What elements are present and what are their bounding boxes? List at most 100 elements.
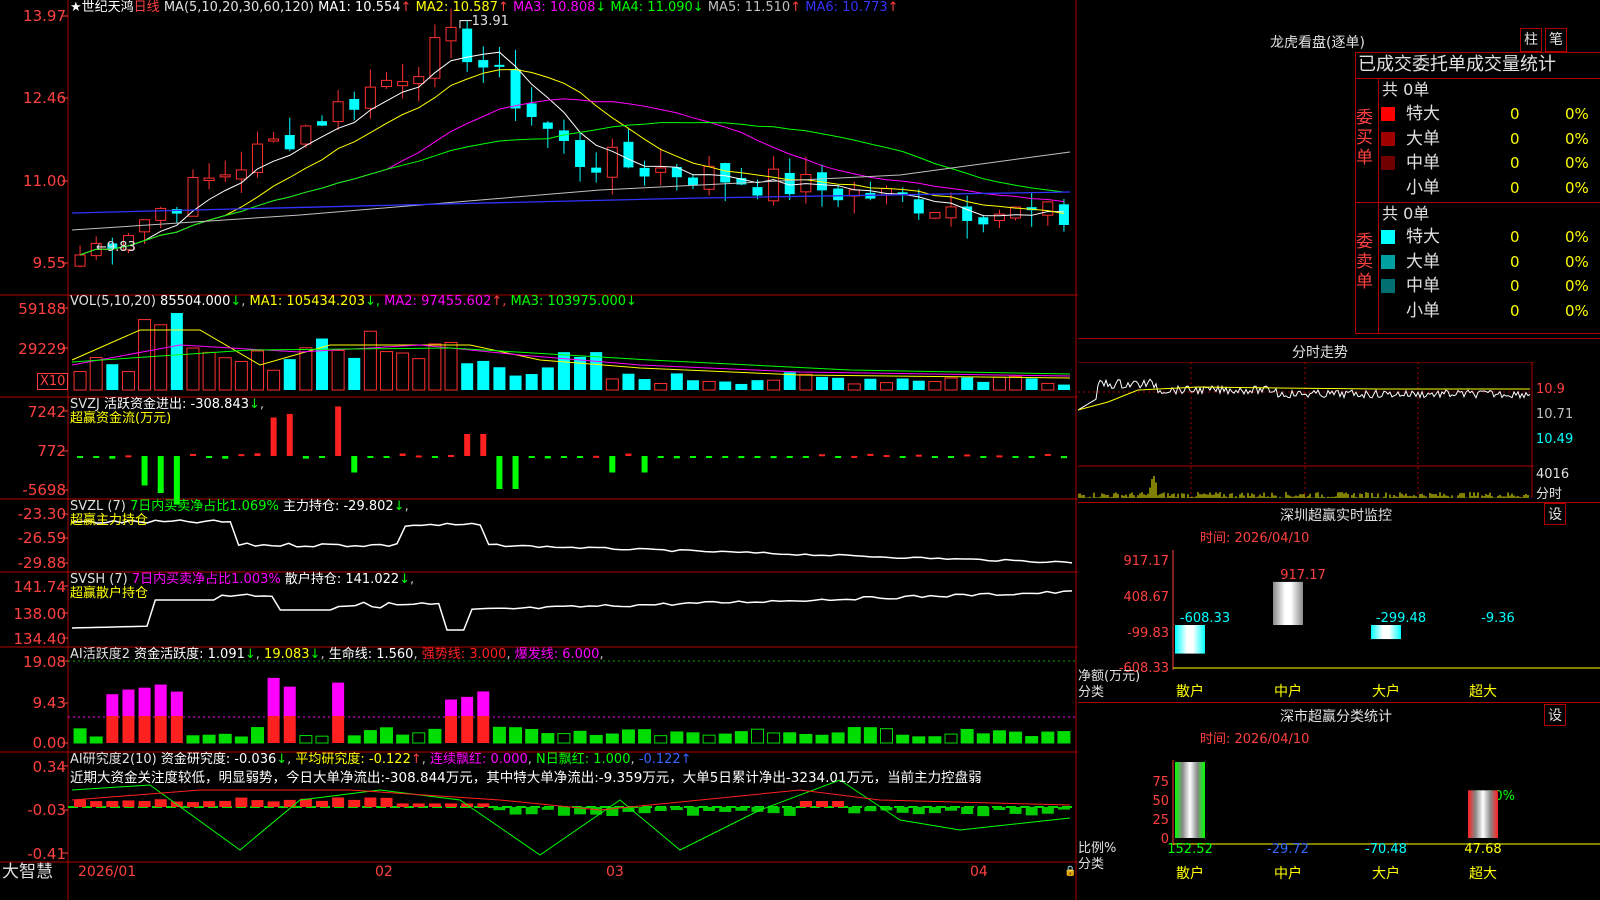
order-color-swatch [1381,131,1395,146]
ai2-bar [380,727,394,744]
svsh-line [71,590,1073,631]
vol-bar [686,380,699,390]
bar-value-label: -608.33 [1180,611,1230,626]
svzj-bar [851,455,858,458]
research-bar [525,807,538,815]
candle-body [268,138,280,142]
order-pct: 0% [1565,178,1589,197]
monitor-bar-chart[interactable]: 917.17408.67-99.83-608.33净额(万元)分类 散户-608.… [1078,520,1600,700]
bar-category: 超大 [1469,684,1497,700]
vol-bar [202,351,216,391]
svzj-bar [689,456,696,458]
svzj-bar [770,456,777,459]
vol-bar [847,383,861,391]
category-bar [1371,625,1401,640]
ai2-y-axis: 19.08 9.43 0.00 [0,647,66,752]
research-bar [864,807,877,812]
ai2-bar [283,716,296,743]
research-bar [493,807,506,811]
ai2-bar [573,730,587,744]
vol-bar [363,330,377,391]
svzj-bar [980,456,987,458]
svzj-bar [1044,453,1051,456]
bar-value-label: -29.72 [1267,842,1309,857]
ai2-bar [863,727,877,744]
candle-body [623,141,634,168]
category-bar [1175,762,1205,838]
lock-icon[interactable]: 🔒 [1064,866,1076,877]
ai2-bar [896,734,910,744]
ai2-bar [445,716,458,743]
research-bar [219,800,232,807]
fenshi-chart[interactable] [1078,362,1534,498]
svzj-bar [754,456,761,458]
high-note: ┌─13.91 [456,14,509,29]
research-bar [945,807,958,811]
candle-body [703,165,715,190]
vol-bar [170,313,183,390]
candle-body [203,177,215,182]
vol-bar [670,373,683,390]
ai2-label3: 生命线: 1.560 [328,647,414,662]
fenshi-price-low: 10.49 [1536,432,1574,447]
vol-bar [1025,378,1038,390]
ai2-bar [299,735,313,744]
candle-body [317,121,327,126]
svzj-bar [964,454,971,457]
lhb-header: 已成交委托单成交量统计 [1358,54,1556,75]
order-type: 大单 [1406,128,1440,149]
tick-mode-button[interactable]: 笔 [1545,28,1567,52]
order-pct: 0% [1565,105,1589,123]
research-bar [961,807,974,815]
ai2-bar [138,716,151,743]
ai2-label5: 爆发线: 6.000 [514,647,600,662]
ma-arrow: ↓ [595,0,611,15]
ai2-label2: 19.083 [264,647,310,662]
y-tick: 7242 [27,403,66,421]
svzj-bar [173,456,180,505]
y-tick: 19.08 [23,653,66,671]
period-label[interactable]: 日线 [134,0,160,15]
svzj-bar [431,456,438,458]
y-tick: 12.46 [23,89,66,107]
research-bar [396,803,409,807]
ai2-bar [509,727,523,744]
ai2-bar [89,736,103,744]
ai2-bar [686,732,700,744]
buy-total: 共 0单 [1382,80,1430,99]
candle-body [978,217,989,225]
ai2-bar [396,734,410,744]
ai2-bar [218,733,232,744]
stock-name: 世纪天鸿 [81,0,134,15]
bar-mode-button[interactable]: 柱 [1520,28,1542,52]
category-bar [1468,790,1498,838]
svzj-bar [867,453,874,456]
vol-bar [541,367,554,390]
order-type: 特大 [1406,227,1440,247]
star-icon[interactable]: ★ [70,0,82,15]
order-type: 小单 [1406,300,1440,321]
fenlei-bar-chart[interactable]: 7550250比例%分类-0.00%散户152.52中户-29.72大户-70.… [1078,720,1600,900]
vol-bar [896,378,909,390]
candle-body [494,64,505,67]
x-tick: 2026/01 [78,864,137,880]
ma-label: MA5: 11.510 [707,0,791,15]
order-color-swatch [1381,254,1395,269]
order-row: 小单 0 0% [1380,299,1600,323]
vol-bar [299,347,313,391]
research-bar [783,807,796,816]
candle-body [913,199,924,214]
candle-body [300,125,312,145]
vol-bar [944,377,958,391]
order-color-swatch [1381,180,1395,195]
ai2-bar [670,731,684,744]
svzj-bar [109,456,116,459]
ai2-header: AI活跃度2 资金活跃度: 1.091↓, 19.083↓, 生命线: 1.56… [70,647,604,662]
vol-bar [444,341,458,391]
ai2-bar [654,735,668,744]
ma-arrow: ↓, [365,294,385,309]
svzj-bar [948,456,955,458]
vol-bar [106,364,119,390]
ai2-bar [847,727,861,744]
buy-side-label: 委买单 [1356,108,1373,168]
